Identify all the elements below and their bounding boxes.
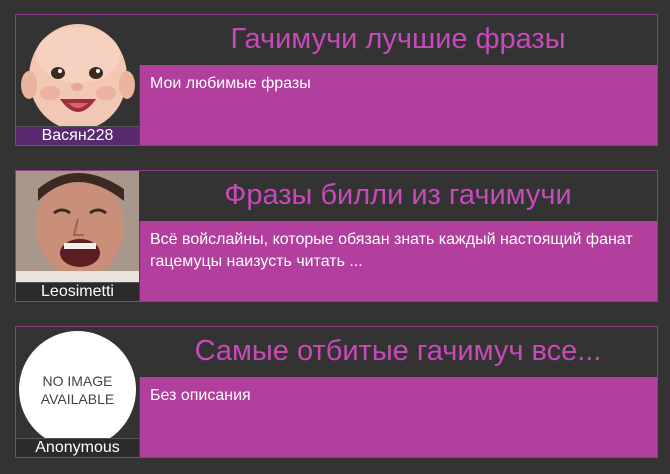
playlist-description: Без описания <box>139 377 657 457</box>
no-image-placeholder: NO IMAGE AVAILABLE <box>19 331 136 448</box>
no-image-text: NO IMAGE <box>42 372 113 389</box>
laughing-man-avatar-image <box>16 171 139 284</box>
author-name: Leosimetti <box>16 282 139 301</box>
playlist-title[interactable]: Самые отбитые гачимуч все... <box>139 327 657 377</box>
playlist-card[interactable]: Leosimetti Фразы билли из гачимучи Всё в… <box>15 170 658 302</box>
playlist-list: Васян228 Гачимучи лучшие фразы Мои любим… <box>0 0 670 474</box>
author-name: Anonymous <box>16 438 139 457</box>
playlist-description: Мои любимые фразы <box>139 65 657 145</box>
playlist-description: Всё войслайны, которые обязан знать кажд… <box>139 221 657 301</box>
baby-face-avatar-image <box>16 15 139 128</box>
playlist-title[interactable]: Фразы билли из гачимучи <box>139 171 657 221</box>
author-avatar[interactable]: Leosimetti <box>16 171 139 301</box>
author-name: Васян228 <box>16 126 139 145</box>
playlist-title[interactable]: Гачимучи лучшие фразы <box>139 15 657 65</box>
playlist-card[interactable]: Васян228 Гачимучи лучшие фразы Мои любим… <box>15 14 658 146</box>
author-avatar[interactable]: NO IMAGE AVAILABLE Anonymous <box>16 327 139 457</box>
author-avatar[interactable]: Васян228 <box>16 15 139 145</box>
no-image-text: AVAILABLE <box>40 390 115 407</box>
playlist-card[interactable]: NO IMAGE AVAILABLE Anonymous Самые отбит… <box>15 326 658 458</box>
